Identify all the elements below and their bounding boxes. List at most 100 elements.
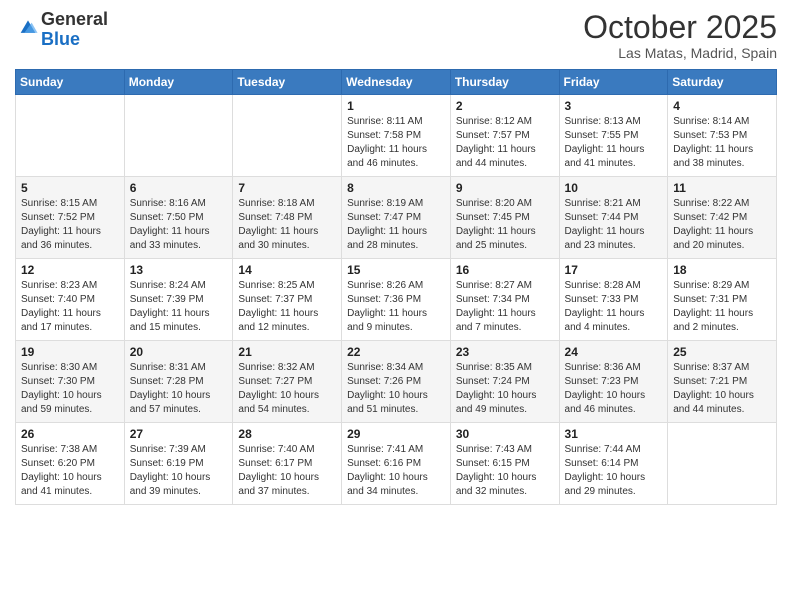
day-number: 29	[347, 427, 445, 441]
day-cell: 2Sunrise: 8:12 AMSunset: 7:57 PMDaylight…	[450, 95, 559, 177]
day-info: Sunrise: 8:27 AMSunset: 7:34 PMDaylight:…	[456, 279, 554, 335]
day-info: Sunrise: 8:34 AMSunset: 7:26 PMDaylight:…	[347, 361, 445, 417]
day-number: 19	[21, 345, 119, 359]
day-info: Sunrise: 8:14 AMSunset: 7:53 PMDaylight:…	[673, 115, 771, 171]
day-cell: 10 Sunrise: 8:21 AMSunset: 7:44 PMDayligh…	[559, 177, 668, 259]
day-cell: 18 Sunrise: 8:29 AMSunset: 7:31 PMDayligh…	[668, 259, 777, 341]
day-cell: 4 Sunrise: 8:14 AMSunset: 7:53 PMDaylight…	[668, 95, 777, 177]
day-info: Sunrise: 8:11 AMSunset: 7:58 PMDaylight:…	[347, 115, 445, 171]
day-number: 23	[456, 345, 554, 359]
day-info: Sunrise: 8:29 AMSunset: 7:31 PMDaylight:…	[673, 279, 771, 335]
day-info: Sunrise: 7:40 AMSunset: 6:17 PMDaylight:…	[238, 443, 336, 499]
day-number: 18	[673, 263, 771, 277]
day-number: 24	[565, 345, 663, 359]
day-cell: 22 Sunrise: 8:34 AMSunset: 7:26 PMDayligh…	[342, 341, 451, 423]
logo-text: General Blue	[41, 10, 108, 50]
col-header-monday: Monday	[124, 70, 233, 95]
header: General Blue October 2025 Las Matas, Mad…	[15, 10, 777, 61]
day-cell: 17 Sunrise: 8:28 AMSunset: 7:33 PMDayligh…	[559, 259, 668, 341]
day-number: 15	[347, 263, 445, 277]
calendar-header-row: SundayMondayTuesdayWednesdayThursdayFrid…	[16, 70, 777, 95]
day-cell: 7Sunrise: 8:18 AMSunset: 7:48 PMDaylight…	[233, 177, 342, 259]
day-cell: 20 Sunrise: 8:31 AMSunset: 7:28 PMDayligh…	[124, 341, 233, 423]
day-info: Sunrise: 8:20 AMSunset: 7:45 PMDaylight:…	[456, 197, 554, 253]
day-cell: 21Sunrise: 8:32 AMSunset: 7:27 PMDayligh…	[233, 341, 342, 423]
location: Las Matas, Madrid, Spain	[583, 45, 777, 61]
day-number: 12	[21, 263, 119, 277]
day-info: Sunrise: 7:41 AMSunset: 6:16 PMDaylight:…	[347, 443, 445, 499]
day-cell: 28 Sunrise: 7:40 AMSunset: 6:17 PMDayligh…	[233, 423, 342, 505]
day-number: 1	[347, 99, 445, 113]
day-info: Sunrise: 8:26 AMSunset: 7:36 PMDaylight:…	[347, 279, 445, 335]
day-info: Sunrise: 8:21 AMSunset: 7:44 PMDaylight:…	[565, 197, 663, 253]
week-row-1: 5 Sunrise: 8:15 AMSunset: 7:52 PMDaylight…	[16, 177, 777, 259]
logo-icon	[17, 16, 39, 38]
day-info: Sunrise: 8:18 AMSunset: 7:48 PMDaylight:…	[238, 197, 336, 253]
day-info: Sunrise: 8:28 AMSunset: 7:33 PMDaylight:…	[565, 279, 663, 335]
week-row-0: 1 Sunrise: 8:11 AMSunset: 7:58 PMDaylight…	[16, 95, 777, 177]
day-cell: 11 Sunrise: 8:22 AMSunset: 7:42 PMDayligh…	[668, 177, 777, 259]
week-row-3: 19Sunrise: 8:30 AMSunset: 7:30 PMDayligh…	[16, 341, 777, 423]
day-cell: 31Sunrise: 7:44 AMSunset: 6:14 PMDayligh…	[559, 423, 668, 505]
logo-blue: Blue	[41, 29, 80, 49]
col-header-sunday: Sunday	[16, 70, 125, 95]
day-info: Sunrise: 8:15 AMSunset: 7:52 PMDaylight:…	[21, 197, 119, 253]
day-info: Sunrise: 7:44 AMSunset: 6:14 PMDaylight:…	[565, 443, 663, 499]
page: General Blue October 2025 Las Matas, Mad…	[0, 0, 792, 612]
col-header-thursday: Thursday	[450, 70, 559, 95]
day-info: Sunrise: 8:24 AMSunset: 7:39 PMDaylight:…	[130, 279, 228, 335]
day-cell: 26Sunrise: 7:38 AMSunset: 6:20 PMDayligh…	[16, 423, 125, 505]
day-info: Sunrise: 8:36 AMSunset: 7:23 PMDaylight:…	[565, 361, 663, 417]
day-cell	[668, 423, 777, 505]
day-number: 26	[21, 427, 119, 441]
day-info: Sunrise: 8:32 AMSunset: 7:27 PMDaylight:…	[238, 361, 336, 417]
calendar-table: SundayMondayTuesdayWednesdayThursdayFrid…	[15, 69, 777, 505]
title-block: October 2025 Las Matas, Madrid, Spain	[583, 10, 777, 61]
day-number: 14	[238, 263, 336, 277]
day-cell: 16Sunrise: 8:27 AMSunset: 7:34 PMDayligh…	[450, 259, 559, 341]
day-cell: 3 Sunrise: 8:13 AMSunset: 7:55 PMDaylight…	[559, 95, 668, 177]
col-header-saturday: Saturday	[668, 70, 777, 95]
day-number: 25	[673, 345, 771, 359]
day-cell	[124, 95, 233, 177]
day-number: 10	[565, 181, 663, 195]
day-number: 11	[673, 181, 771, 195]
day-cell: 27Sunrise: 7:39 AMSunset: 6:19 PMDayligh…	[124, 423, 233, 505]
col-header-friday: Friday	[559, 70, 668, 95]
day-info: Sunrise: 7:43 AMSunset: 6:15 PMDaylight:…	[456, 443, 554, 499]
day-number: 17	[565, 263, 663, 277]
day-number: 3	[565, 99, 663, 113]
day-number: 8	[347, 181, 445, 195]
day-number: 9	[456, 181, 554, 195]
day-number: 28	[238, 427, 336, 441]
day-cell: 13 Sunrise: 8:24 AMSunset: 7:39 PMDayligh…	[124, 259, 233, 341]
day-info: Sunrise: 8:35 AMSunset: 7:24 PMDaylight:…	[456, 361, 554, 417]
day-info: Sunrise: 8:19 AMSunset: 7:47 PMDaylight:…	[347, 197, 445, 253]
day-cell	[16, 95, 125, 177]
day-cell: 23 Sunrise: 8:35 AMSunset: 7:24 PMDayligh…	[450, 341, 559, 423]
day-number: 13	[130, 263, 228, 277]
day-info: Sunrise: 8:37 AMSunset: 7:21 PMDaylight:…	[673, 361, 771, 417]
logo-general: General	[41, 9, 108, 29]
day-number: 20	[130, 345, 228, 359]
month-title: October 2025	[583, 10, 777, 45]
day-cell: 6Sunrise: 8:16 AMSunset: 7:50 PMDaylight…	[124, 177, 233, 259]
day-info: Sunrise: 8:22 AMSunset: 7:42 PMDaylight:…	[673, 197, 771, 253]
day-number: 30	[456, 427, 554, 441]
day-number: 5	[21, 181, 119, 195]
day-number: 2	[456, 99, 554, 113]
day-info: Sunrise: 8:23 AMSunset: 7:40 PMDaylight:…	[21, 279, 119, 335]
day-info: Sunrise: 8:25 AMSunset: 7:37 PMDaylight:…	[238, 279, 336, 335]
day-cell	[233, 95, 342, 177]
day-number: 22	[347, 345, 445, 359]
day-number: 6	[130, 181, 228, 195]
day-cell: 9 Sunrise: 8:20 AMSunset: 7:45 PMDaylight…	[450, 177, 559, 259]
day-cell: 30 Sunrise: 7:43 AMSunset: 6:15 PMDayligh…	[450, 423, 559, 505]
day-info: Sunrise: 8:13 AMSunset: 7:55 PMDaylight:…	[565, 115, 663, 171]
day-cell: 25 Sunrise: 8:37 AMSunset: 7:21 PMDayligh…	[668, 341, 777, 423]
week-row-4: 26Sunrise: 7:38 AMSunset: 6:20 PMDayligh…	[16, 423, 777, 505]
day-info: Sunrise: 8:31 AMSunset: 7:28 PMDaylight:…	[130, 361, 228, 417]
day-number: 4	[673, 99, 771, 113]
day-number: 27	[130, 427, 228, 441]
day-cell: 8 Sunrise: 8:19 AMSunset: 7:47 PMDaylight…	[342, 177, 451, 259]
